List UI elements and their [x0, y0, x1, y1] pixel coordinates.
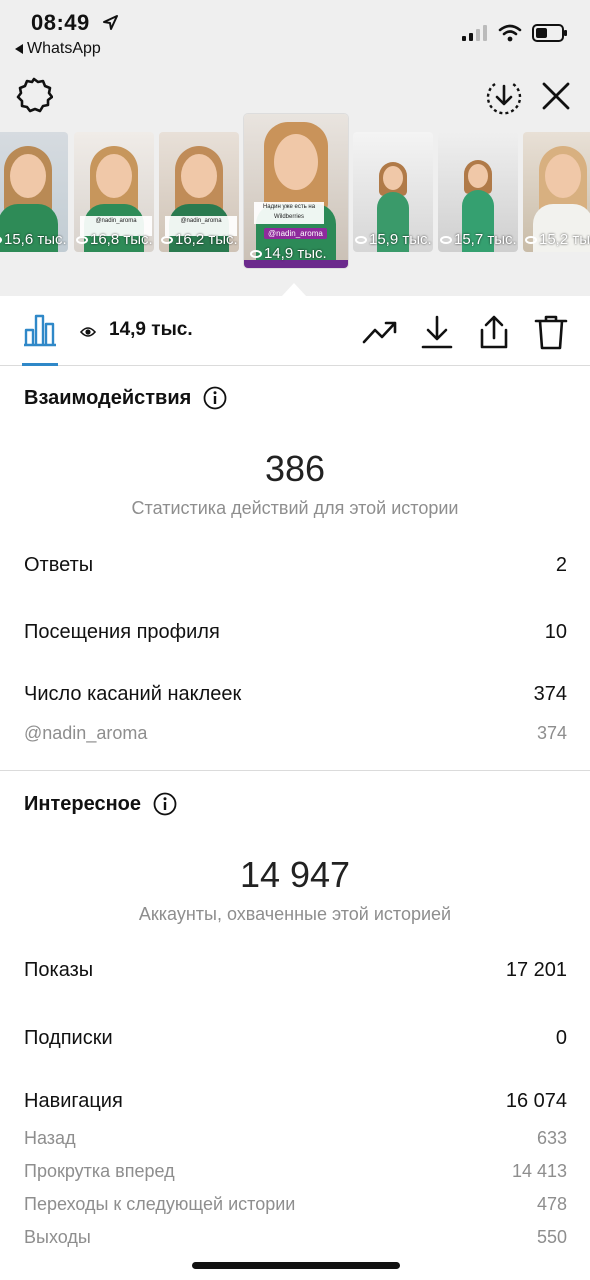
story-mention-tag: @nadin_aroma — [264, 228, 327, 239]
download-icon[interactable] — [419, 314, 455, 350]
active-story-pointer — [282, 283, 306, 296]
back-app-label: WhatsApp — [27, 40, 101, 57]
location-arrow-icon — [103, 15, 118, 30]
interactions-subtitle: Статистика действий для этой истории — [131, 498, 459, 518]
story-thumbnail-active[interactable]: Надин уже есть на Wildberries @nadin_aro… — [244, 114, 348, 268]
active-tab-indicator — [22, 363, 58, 366]
story-view-count: 14,9 тыс. — [109, 319, 193, 340]
eye-icon — [76, 235, 88, 244]
story-thumbnail[interactable]: 15,6 тыс. — [0, 132, 68, 252]
metric-row: Посещения профиля 10 — [24, 621, 567, 643]
interactions-total: 386 — [264, 448, 326, 489]
info-icon[interactable] — [153, 792, 177, 816]
close-icon[interactable] — [540, 80, 572, 112]
story-thumbnail[interactable]: 15,9 тыс. — [353, 132, 433, 252]
metric-row: Показы 17 201 — [24, 959, 567, 981]
story-thumbnail[interactable]: 15,7 тыс. — [438, 132, 518, 252]
discovery-total: 14 947 — [239, 854, 351, 895]
battery-icon — [532, 24, 567, 42]
metric-sub-row: Переходы к следующей истории 478 — [24, 1194, 567, 1214]
story-thumbnail[interactable]: 15,2 тыс. — [523, 132, 590, 252]
metric-sub-row: @nadin_aroma 374 — [24, 723, 567, 743]
section-divider — [0, 770, 590, 771]
back-to-app[interactable]: WhatsApp — [15, 40, 101, 58]
metric-sub-row: Назад 633 — [24, 1128, 567, 1148]
status-indicators — [462, 24, 568, 42]
insights-chart-icon[interactable] — [22, 312, 58, 348]
info-icon[interactable] — [203, 386, 227, 410]
home-indicator[interactable] — [192, 1262, 400, 1269]
story-thumbnail[interactable]: @nadin_aroma 16,2 тыс. — [159, 132, 239, 252]
story-views: 15,2 тыс. — [525, 231, 590, 248]
save-to-device-icon[interactable] — [485, 78, 523, 116]
story-views: 16,8 тыс. — [76, 231, 153, 248]
eye-icon — [161, 235, 173, 244]
eye-icon — [250, 249, 262, 258]
settings-gear-icon[interactable] — [15, 76, 53, 114]
story-caption: Надин уже есть на Wildberries — [254, 202, 324, 224]
story-views: 16,2 тыс. — [161, 231, 238, 248]
stories-strip: 15,6 тыс. @nadin_aroma 16,8 тыс. @nadin_… — [0, 114, 590, 274]
metric-sub-row: Выходы 550 — [24, 1227, 567, 1247]
story-views: 15,9 тыс. — [355, 231, 432, 248]
metric-row: Ответы 2 — [24, 554, 567, 576]
metric-sub-row: Прокрутка вперед 14 413 — [24, 1161, 567, 1181]
story-views: 14,9 тыс. — [250, 245, 327, 262]
insights-action-bar: 14,9 тыс. — [0, 296, 590, 366]
story-views: 15,7 тыс. — [440, 231, 517, 248]
wifi-icon — [498, 24, 522, 42]
eye-icon — [355, 235, 367, 244]
delete-trash-icon[interactable] — [533, 314, 569, 350]
signal-icon — [462, 25, 487, 41]
story-thumbnail[interactable]: @nadin_aroma 16,8 тыс. — [74, 132, 154, 252]
metric-row: Подписки 0 — [24, 1027, 567, 1049]
share-icon[interactable] — [476, 314, 512, 350]
discovery-subtitle: Аккаунты, охваченные этой историей — [138, 904, 452, 924]
story-header-area: 08:49 WhatsApp 15,6 тыс. @nadin_aroma 16… — [0, 0, 590, 296]
story-views: 15,6 тыс. — [0, 231, 67, 248]
back-arrow-icon — [15, 44, 23, 54]
eye-icon — [0, 235, 2, 244]
metric-row: Навигация 16 074 — [24, 1090, 567, 1112]
status-bar: 08:49 WhatsApp — [0, 0, 590, 66]
discovery-title: Интересное — [24, 792, 177, 816]
eye-icon — [80, 327, 96, 337]
interactions-title: Взаимодействия — [24, 386, 227, 410]
metric-row: Число касаний наклеек 374 — [24, 683, 567, 705]
eye-icon — [525, 235, 537, 244]
status-time: 08:49 — [31, 10, 90, 35]
eye-icon — [440, 235, 452, 244]
promote-trend-icon[interactable] — [362, 314, 398, 350]
